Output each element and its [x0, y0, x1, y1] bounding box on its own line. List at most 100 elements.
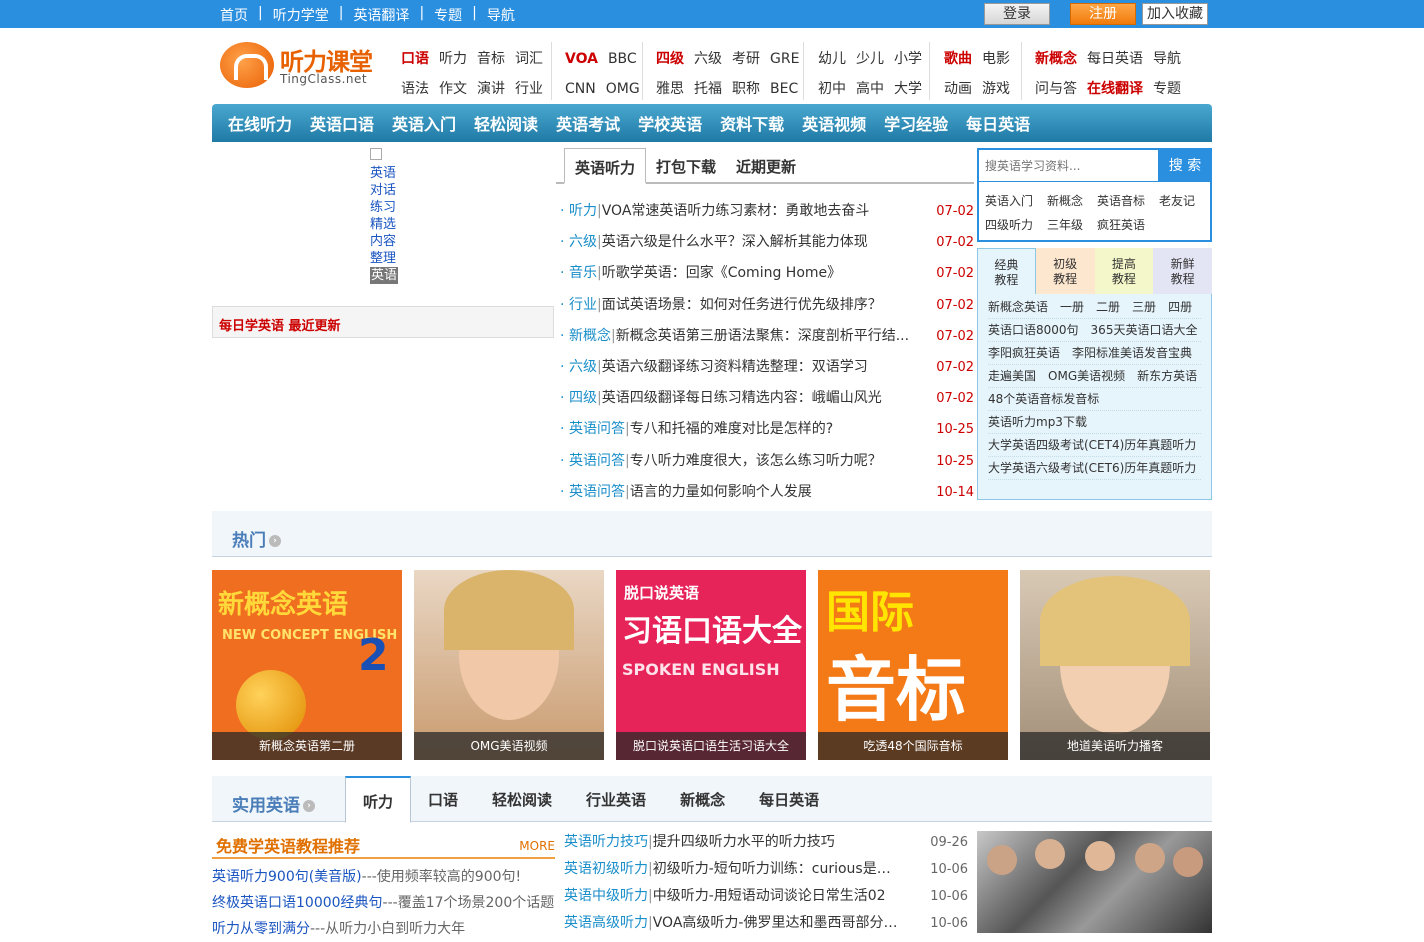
course-link[interactable]: 四册	[1168, 296, 1192, 318]
hot-item-spoken[interactable]: 脱口说英语 习语口语大全 SPOKEN ENGLISH 脱口说英语口语生活习语大…	[616, 570, 806, 760]
practical-item[interactable]: 英语听力技巧 | 提升四级听力水平的听力技巧 09-26	[564, 829, 968, 856]
practical-category[interactable]: 英语初级听力	[564, 856, 648, 883]
news-item[interactable]: · 英语问答 | 专八听力难度很大，该怎么练习听力呢？ 10-25	[560, 446, 974, 477]
practical-item[interactable]: 英语初级听力 | 初级听力-短句听力训练：curious是什... 10-06	[564, 856, 968, 883]
news-title[interactable]: VOA常速英语听力练习素材：勇敢地去奋斗	[602, 196, 870, 227]
link[interactable]: 问与答	[1035, 74, 1077, 104]
news-category[interactable]: 六级	[569, 227, 597, 258]
course-link[interactable]: 李阳疯狂英语	[988, 342, 1060, 364]
news-item[interactable]: · 六级 | 英语六级翻译练习资料精选整理：双语学习 07-02	[560, 352, 974, 383]
more-link[interactable]: MORE	[519, 839, 555, 853]
news-category[interactable]: 六级	[569, 352, 597, 383]
link[interactable]: 高中	[856, 74, 884, 104]
main-nav-item[interactable]: 资料下载	[720, 111, 784, 135]
keyword-link[interactable]: 新概念	[1047, 192, 1083, 209]
tab-practical-industry[interactable]: 行业英语	[569, 776, 663, 822]
link[interactable]: CNN	[565, 74, 596, 104]
course-link[interactable]: 大学英语四级考试(CET4)历年真题听力	[988, 434, 1196, 456]
tab-practical-speaking[interactable]: 口语	[411, 776, 475, 822]
link[interactable]: 作文	[439, 74, 467, 104]
list-item[interactable]: 英语听力900句(美音版)---使用频率较高的900句!	[212, 864, 555, 890]
course-link[interactable]: 新概念英语	[988, 296, 1048, 318]
list-item[interactable]: 终极英语口语10000经典句---覆盖17个场景200个话题	[212, 890, 555, 916]
news-item[interactable]: · 行业 | 面试英语场景：如何对任务进行优先级排序？ 07-02	[560, 290, 974, 321]
course-link[interactable]: 二册	[1096, 296, 1120, 318]
news-item[interactable]: · 音乐 | 听歌学英语：回家《Coming Home》 07-02	[560, 258, 974, 289]
hot-item-podcast[interactable]: 地道美语听力播客	[1020, 570, 1210, 760]
practical-title[interactable]: 初级听力-短句听力训练：curious是什...	[653, 856, 898, 883]
link[interactable]: 四级	[656, 44, 684, 74]
news-category[interactable]: 听力	[569, 196, 597, 227]
top-nav-topics[interactable]: 专题	[434, 5, 462, 25]
hot-item-new-concept[interactable]: 新概念英语 NEW CONCEPT ENGLISH 2 新概念英语第二册	[212, 570, 402, 760]
search-input[interactable]	[979, 150, 1158, 182]
link[interactable]: 在线翻译	[1087, 74, 1143, 104]
link[interactable]: 听力	[439, 44, 467, 74]
keyword-link[interactable]: 英语入门	[985, 192, 1033, 209]
course-link[interactable]: 新东方英语	[1137, 365, 1197, 387]
news-title[interactable]: 英语四级翻译每日练习精选内容：峨嵋山风光	[602, 383, 882, 414]
tab-practical-reading[interactable]: 轻松阅读	[475, 776, 569, 822]
keyword-link[interactable]: 老友记	[1159, 192, 1195, 209]
tab-listening[interactable]: 英语听力	[564, 148, 647, 184]
news-category[interactable]: 音乐	[569, 258, 597, 289]
keyword-link[interactable]: 疯狂英语	[1097, 216, 1145, 233]
link[interactable]: 歌曲	[944, 44, 972, 74]
add-favorite-button[interactable]: 加入收藏	[1142, 3, 1208, 25]
link[interactable]: 幼儿	[818, 44, 846, 74]
course-link[interactable]: 终极英语口语10000经典句	[212, 895, 383, 911]
course-tab[interactable]: 新鲜 教程	[1153, 248, 1212, 294]
link[interactable]: 每日英语	[1087, 44, 1143, 74]
link[interactable]: 六级	[694, 44, 722, 74]
main-nav-item[interactable]: 学习经验	[884, 111, 948, 135]
course-link[interactable]: 英语听力900句(美音版)	[212, 869, 362, 885]
link[interactable]: 电影	[982, 44, 1010, 74]
main-nav-item[interactable]: 在线听力	[228, 111, 292, 135]
practical-category[interactable]: 英语中级听力	[564, 883, 648, 910]
hot-item-omg[interactable]: OMG美语视频	[414, 570, 604, 760]
top-nav-navigation[interactable]: 导航	[487, 5, 515, 25]
course-tab[interactable]: 经典 教程	[977, 248, 1036, 294]
hot-item-phonetics[interactable]: 国际 音标 吃透48个国际音标	[818, 570, 1008, 760]
register-button[interactable]: 注册	[1070, 3, 1136, 25]
news-item[interactable]: · 四级 | 英语四级翻译每日练习精选内容：峨嵋山风光 07-02	[560, 383, 974, 414]
news-item[interactable]: · 新概念 | 新概念英语第三册语法聚焦：深度剖析平行结... 07-02	[560, 321, 974, 352]
link[interactable]: 动画	[944, 74, 972, 104]
link[interactable]: 少儿	[856, 44, 884, 74]
list-item[interactable]: 听力从零到满分---从听力小白到听力大年	[212, 916, 555, 942]
link[interactable]: 导航	[1153, 44, 1181, 74]
main-nav-item[interactable]: 学校英语	[638, 111, 702, 135]
main-nav-item[interactable]: 轻松阅读	[474, 111, 538, 135]
course-tab[interactable]: 提高 教程	[1094, 248, 1154, 294]
keyword-link[interactable]: 三年级	[1047, 216, 1083, 233]
practical-title[interactable]: 提升四级听力水平的听力技巧	[653, 829, 835, 856]
top-nav-translate[interactable]: 英语翻译	[353, 5, 409, 25]
link[interactable]: 考研	[732, 44, 760, 74]
link[interactable]: BEC	[770, 74, 798, 104]
news-title[interactable]: 英语六级翻译练习资料精选整理：双语学习	[602, 352, 868, 383]
keyword-link[interactable]: 四级听力	[985, 216, 1033, 233]
course-link[interactable]: OMG美语视频	[1048, 365, 1125, 387]
course-link[interactable]: 大学英语六级考试(CET6)历年真题听力	[988, 457, 1196, 479]
link[interactable]: 游戏	[982, 74, 1010, 104]
practical-title[interactable]: 中级听力-用短语动词谈论日常生活02	[653, 883, 886, 910]
course-link[interactable]: 英语听力mp3下载	[988, 411, 1087, 433]
main-nav-item[interactable]: 英语入门	[392, 111, 456, 135]
news-category[interactable]: 英语问答	[569, 477, 625, 508]
tab-recent[interactable]: 近期更新	[726, 148, 806, 184]
course-link[interactable]: 英语口语8000句	[988, 319, 1079, 341]
keyword-link[interactable]: 英语音标	[1097, 192, 1145, 209]
link[interactable]: 托福	[694, 74, 722, 104]
link[interactable]: VOA	[565, 44, 598, 74]
news-title[interactable]: 专八听力难度很大，该怎么练习听力呢？	[630, 446, 882, 477]
tab-practical-daily[interactable]: 每日英语	[742, 776, 836, 822]
course-link[interactable]: 听力从零到满分	[212, 921, 310, 937]
course-link[interactable]: 三册	[1132, 296, 1156, 318]
link[interactable]: 大学	[894, 74, 922, 104]
tab-practical-new-concept[interactable]: 新概念	[663, 776, 742, 822]
main-nav-item[interactable]: 英语视频	[802, 111, 866, 135]
login-button[interactable]: 登录	[984, 3, 1050, 25]
main-nav-item[interactable]: 英语口语	[310, 111, 374, 135]
news-title[interactable]: 语言的力量如何影响个人发展	[630, 477, 812, 508]
link[interactable]: 词汇	[515, 44, 543, 74]
